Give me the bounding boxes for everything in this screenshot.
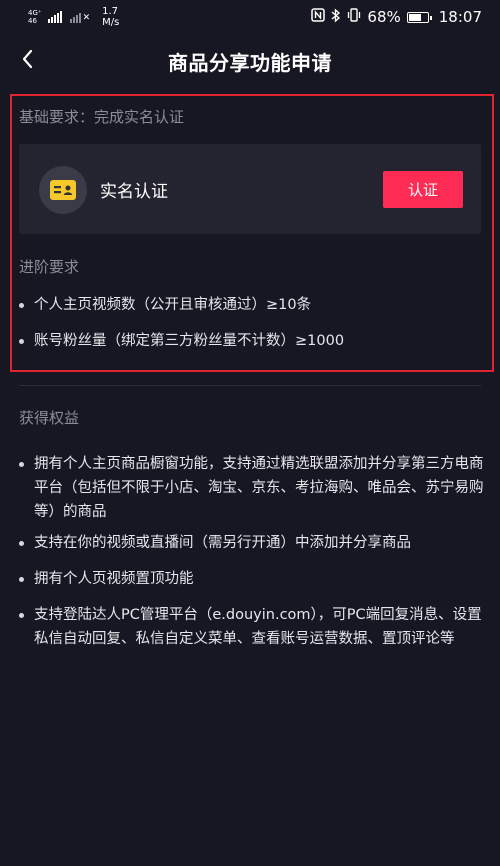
signal-strength-icon — [47, 11, 62, 23]
real-name-verification-card: 实名认证 认证 — [19, 144, 481, 234]
list-item-text: 个人主页视频数（公开且审核通过）≥10条 — [34, 297, 312, 313]
advanced-requirement-label: 进阶要求 — [19, 258, 80, 276]
battery-percent: 68% — [367, 8, 401, 26]
list-item-text: 支持在你的视频或直播间（需另行开通）中添加并分享商品 — [34, 535, 411, 551]
battery-icon — [406, 11, 432, 23]
status-bar-left: 4G⁺ 46 ✕ 1.7 M/s — [0, 6, 119, 28]
bullet-icon — [19, 303, 24, 308]
vibrate-icon — [347, 8, 361, 26]
id-card-icon — [39, 166, 87, 214]
chevron-left-icon — [20, 48, 34, 74]
list-item-text: 支持登陆达人PC管理平台（e.douyin.com），可PC端回复消息、设置私信… — [34, 607, 482, 647]
list-item: 拥有个人主页商品橱窗功能，支持通过精选联盟添加并分享第三方电商平台（包括但不限于… — [19, 452, 485, 524]
bullet-icon — [19, 577, 24, 582]
bullet-icon — [19, 462, 24, 467]
clock: 18:07 — [438, 8, 482, 26]
nav-bar: 商品分享功能申请 — [0, 34, 500, 88]
list-item: 账号粉丝量（绑定第三方粉丝量不计数）≥1000 — [19, 329, 344, 353]
list-item-text: 拥有个人页视频置顶功能 — [34, 571, 194, 587]
nfc-icon — [311, 8, 326, 26]
divider — [19, 385, 481, 386]
list-item: 支持登陆达人PC管理平台（e.douyin.com），可PC端回复消息、设置私信… — [19, 603, 485, 651]
verify-button[interactable]: 认证 — [383, 171, 463, 208]
basic-requirement-label: 基础要求：完成实名认证 — [19, 108, 185, 126]
list-item: 拥有个人页视频置顶功能 — [19, 567, 485, 591]
list-item: 支持在你的视频或直播间（需另行开通）中添加并分享商品 — [19, 531, 485, 555]
status-bar: 4G⁺ 46 ✕ 1.7 M/s 68% 18:07 — [0, 0, 500, 34]
status-bar-right: 68% 18:07 — [311, 7, 500, 27]
network-speed: 1.7 M/s — [102, 6, 119, 28]
back-button[interactable] — [14, 46, 40, 76]
list-item: 个人主页视频数（公开且审核通过）≥10条 — [19, 293, 311, 317]
bullet-icon — [19, 613, 24, 618]
list-item-text: 拥有个人主页商品橱窗功能，支持通过精选联盟添加并分享第三方电商平台（包括但不限于… — [34, 456, 484, 520]
network-type-top: 4G⁺ — [28, 9, 42, 17]
bullet-icon — [19, 541, 24, 546]
network-type: 4G⁺ 46 — [28, 9, 42, 25]
benefits-label: 获得权益 — [19, 409, 80, 427]
network-type-bottom: 46 — [28, 17, 37, 25]
bullet-icon — [19, 339, 24, 344]
network-speed-unit: M/s — [102, 17, 120, 28]
page-title: 商品分享功能申请 — [168, 50, 332, 75]
card-title: 实名认证 — [100, 182, 168, 202]
network-speed-value: 1.7 — [102, 6, 119, 17]
list-item-text: 账号粉丝量（绑定第三方粉丝量不计数）≥1000 — [34, 333, 345, 349]
bluetooth-icon — [331, 7, 341, 27]
no-signal-icon: ✕ — [69, 11, 90, 23]
